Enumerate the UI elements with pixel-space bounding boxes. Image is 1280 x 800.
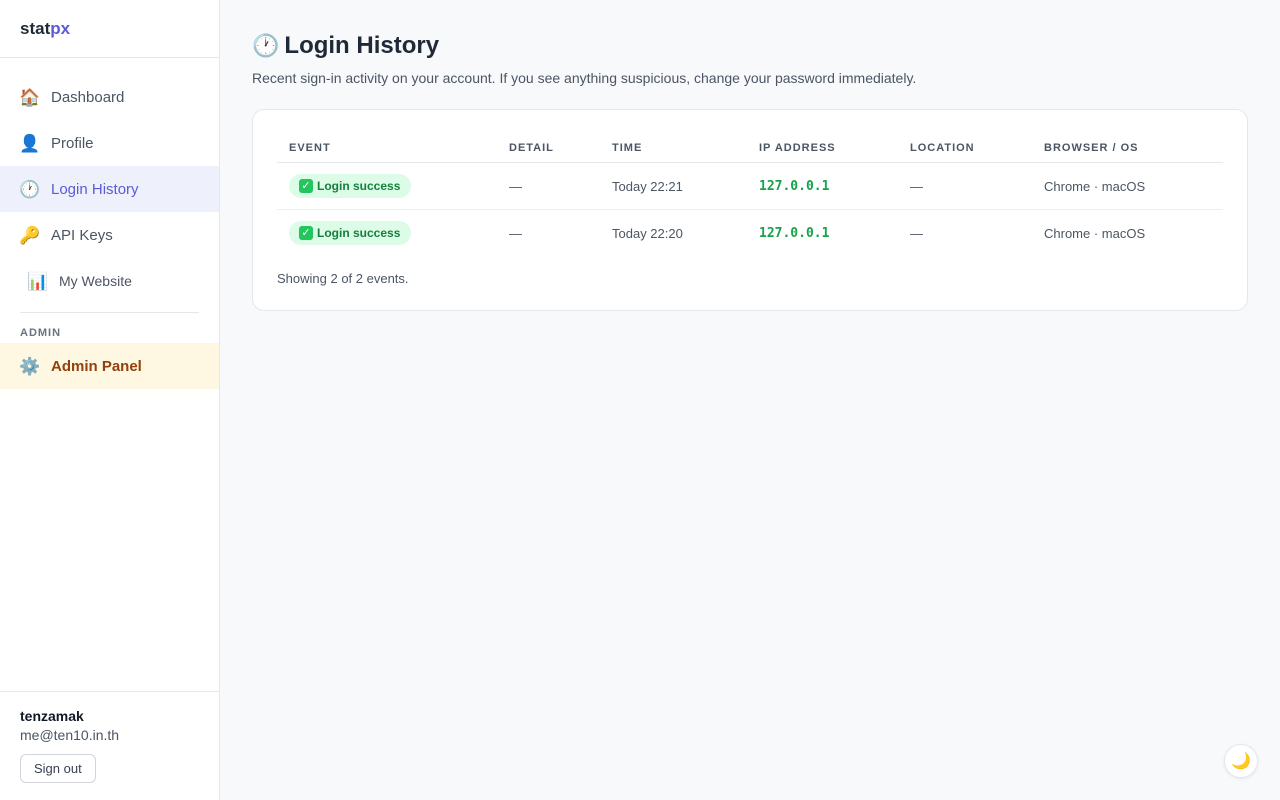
sidebar-item-login-history[interactable]: 🕐 Login History xyxy=(0,166,219,212)
location-cell: — xyxy=(898,162,1032,210)
status-badge: ✓ Login success xyxy=(289,174,412,198)
page-title-text: Login History xyxy=(284,32,440,59)
brand-text: stat xyxy=(20,18,51,38)
status-badge-label: Login success xyxy=(317,226,401,241)
page-title: 🕐 Login History xyxy=(252,32,1248,60)
sidebar-item-profile[interactable]: 👤 Profile xyxy=(0,120,219,166)
sidebar-item-label: My Website xyxy=(59,273,132,289)
theme-toggle-button[interactable]: 🌙 xyxy=(1224,744,1258,778)
column-header-time: TIME xyxy=(600,134,747,163)
event-cell: ✓ Login success xyxy=(277,162,497,210)
main-content: 🕐 Login History Recent sign-in activity … xyxy=(220,0,1280,800)
clock-icon: 🕐 xyxy=(19,179,41,199)
user-name: tenzamak xyxy=(20,708,84,724)
user-panel: tenzamak me@ten10.in.th Sign out xyxy=(0,691,219,800)
sign-out-button[interactable]: Sign out xyxy=(20,754,96,783)
sidebar-nav: 🏠 Dashboard 👤 Profile 🕐 Login History 🔑 … xyxy=(0,58,219,389)
brand-accent-text: px xyxy=(50,18,71,38)
sidebar-item-api-keys[interactable]: 🔑 API Keys xyxy=(0,212,219,258)
user-email: me@ten10.in.th xyxy=(20,727,120,743)
sidebar-item-admin-panel[interactable]: ⚙️ Admin Panel xyxy=(0,343,219,389)
time-cell: Today 22:21 xyxy=(600,162,747,210)
key-icon: 🔑 xyxy=(19,225,41,245)
ip-cell: 127.0.0.1 xyxy=(747,162,898,210)
sidebar-item-label: Dashboard xyxy=(51,88,125,106)
column-header-ip-address: IP ADDRESS xyxy=(747,134,898,163)
clock-icon: 🕐 xyxy=(252,33,280,58)
sidebar-item-label: Profile xyxy=(51,134,94,152)
column-header-detail: DETAIL xyxy=(497,134,600,163)
sidebar-item-my-website[interactable]: 📊 My Website xyxy=(0,258,219,304)
app: stat px 🏠 Dashboard 👤 Profile 🕐 Login His… xyxy=(0,0,1280,800)
status-badge: ✓ Login success xyxy=(289,221,412,246)
ip-cell: 127.0.0.1 xyxy=(747,210,898,257)
brand-logo[interactable]: stat px xyxy=(0,0,219,58)
time-cell: Today 22:20 xyxy=(612,225,683,241)
column-header-browser-os: BROWSER / OS xyxy=(1032,134,1223,163)
sidebar-item-label: Login History xyxy=(51,180,139,198)
sidebar-item-label: Admin Panel xyxy=(51,357,142,375)
detail-cell: — xyxy=(497,162,600,210)
ip-address: 127.0.0.1 xyxy=(759,226,830,242)
checkmark-icon: ✓ xyxy=(299,226,313,241)
moon-icon: 🌙 xyxy=(1231,753,1251,770)
table-header-row: EVENT DETAIL TIME IP ADDRESS LOCATION BR… xyxy=(277,134,1223,163)
home-icon: 🏠 xyxy=(19,87,41,107)
admin-section-label: ADMIN xyxy=(20,327,62,339)
page-subtitle: Recent sign-in activity on your account.… xyxy=(252,70,917,86)
sidebar-item-dashboard[interactable]: 🏠 Dashboard xyxy=(0,74,219,120)
sidebar: stat px 🏠 Dashboard 👤 Profile 🕐 Login His… xyxy=(0,0,220,800)
event-cell: ✓ Login success xyxy=(277,210,497,257)
table-footer-count: Showing 2 of 2 events. xyxy=(277,270,409,286)
location-cell: — xyxy=(910,225,923,241)
checkmark-icon: ✓ xyxy=(299,179,313,193)
bar-chart-icon: 📊 xyxy=(27,271,49,291)
sidebar-divider xyxy=(20,312,199,313)
login-history-card: EVENT DETAIL TIME IP ADDRESS LOCATION BR… xyxy=(252,109,1248,311)
table-row: ✓ Login success — Today 22:21 127.0.0.1 … xyxy=(277,162,1223,210)
browser-os-cell: Chrome · macOS xyxy=(1032,162,1223,210)
column-header-location: LOCATION xyxy=(898,134,1032,163)
status-badge-label: Login success xyxy=(317,179,401,193)
gear-icon: ⚙️ xyxy=(19,356,41,376)
ip-address: 127.0.0.1 xyxy=(759,179,830,194)
login-history-table: EVENT DETAIL TIME IP ADDRESS LOCATION BR… xyxy=(277,134,1223,257)
browser-os-cell: Chrome · macOS xyxy=(1044,225,1146,241)
sidebar-item-label: API Keys xyxy=(51,226,113,244)
table-row: ✓ Login success — Today 22:20 127.0.0.1 … xyxy=(277,210,1223,257)
column-header-event: EVENT xyxy=(277,134,497,163)
detail-cell: — xyxy=(509,225,522,241)
user-icon: 👤 xyxy=(19,133,41,153)
